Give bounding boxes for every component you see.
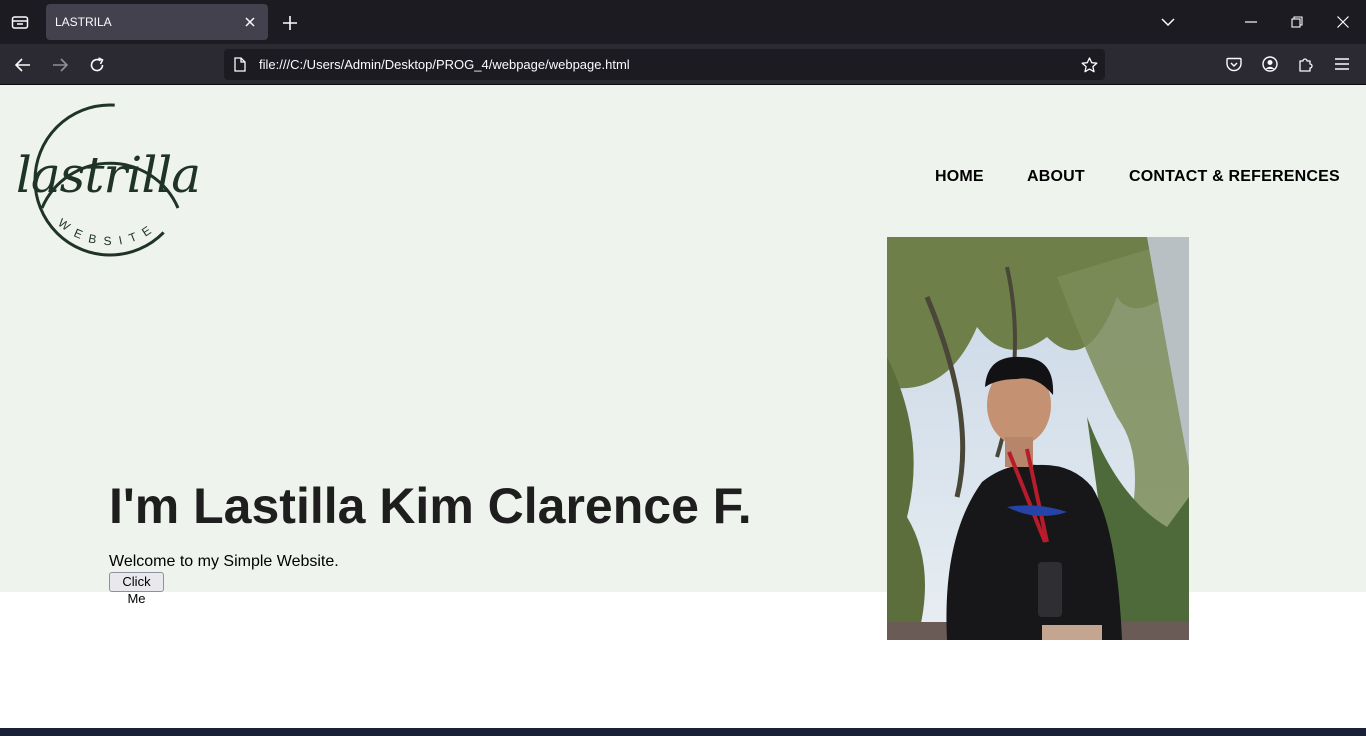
os-taskbar xyxy=(0,728,1366,736)
forward-icon[interactable] xyxy=(49,55,71,75)
click-me-button[interactable]: Click Me xyxy=(109,572,164,606)
close-tab-icon[interactable] xyxy=(242,14,258,30)
url-text: file:///C:/Users/Admin/Desktop/PROG_4/we… xyxy=(259,57,630,72)
close-window-icon[interactable] xyxy=(1333,12,1353,32)
menu-icon[interactable] xyxy=(1332,54,1352,74)
restore-icon[interactable] xyxy=(1287,12,1307,32)
site-logo[interactable]: lastrilla WEBSITE xyxy=(12,100,208,265)
logo-script: lastrilla xyxy=(16,146,200,204)
new-tab-icon[interactable] xyxy=(280,13,300,33)
back-icon[interactable] xyxy=(12,55,34,75)
page-icon xyxy=(232,56,248,72)
nav-contact-references[interactable]: CONTACT & REFERENCES xyxy=(1129,168,1340,186)
tab-overflow-icon[interactable] xyxy=(1158,13,1178,31)
page-title: I'm Lastilla Kim Clarence F. xyxy=(109,478,752,534)
pocket-icon[interactable] xyxy=(1224,54,1244,74)
nav-about[interactable]: ABOUT xyxy=(1027,168,1085,186)
reload-icon[interactable] xyxy=(86,55,108,75)
tab-strip: LASTRILA xyxy=(0,0,1366,44)
tab-title: LASTRILA xyxy=(55,15,112,29)
list-all-tabs-icon[interactable] xyxy=(8,11,32,33)
welcome-text: Welcome to my Simple Website. xyxy=(109,553,339,570)
bookmark-star-icon[interactable] xyxy=(1079,55,1099,75)
active-tab[interactable]: LASTRILA xyxy=(46,4,268,40)
nav-home[interactable]: HOME xyxy=(935,168,984,186)
profile-photo xyxy=(887,237,1189,640)
minimize-icon[interactable] xyxy=(1241,12,1261,32)
account-icon[interactable] xyxy=(1260,54,1280,74)
address-bar[interactable]: file:///C:/Users/Admin/Desktop/PROG_4/we… xyxy=(224,49,1105,80)
extensions-icon[interactable] xyxy=(1296,54,1316,74)
